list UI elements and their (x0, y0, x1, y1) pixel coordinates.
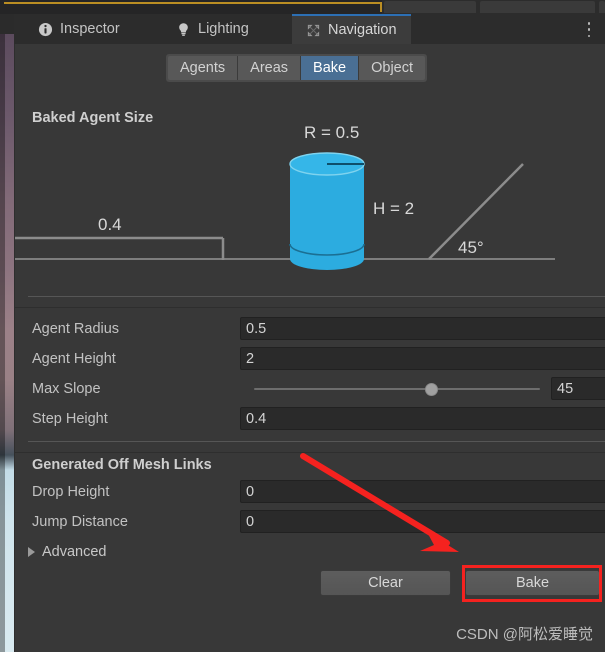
triangle-right-icon (28, 547, 35, 557)
agent-radius-label: Agent Radius (32, 321, 120, 337)
tab-areas[interactable]: Areas (238, 56, 302, 80)
separator-1 (28, 296, 605, 297)
jump-distance-label: Jump Distance (32, 514, 128, 530)
jump-distance-input[interactable] (240, 510, 605, 533)
kebab-dot (587, 34, 591, 37)
row-jump-distance: Jump Distance (14, 507, 605, 537)
top-strip-right (382, 0, 605, 14)
separator-2 (28, 441, 605, 442)
tab-lighting[interactable]: Lighting (162, 14, 263, 44)
agent-cylinder (289, 152, 365, 270)
row-agent-radius: Agent Radius (14, 314, 605, 344)
agent-radius-input[interactable] (240, 317, 605, 340)
drop-height-input[interactable] (240, 480, 605, 503)
separator-1-shadow (14, 307, 605, 308)
agent-height-label: Agent Height (32, 351, 116, 367)
separator-2-shadow (14, 452, 605, 453)
navigation-mode-tabs: Agents Areas Bake Object (166, 54, 428, 82)
agent-height-input[interactable] (240, 347, 605, 370)
row-max-slope: Max Slope (14, 374, 605, 404)
top-tab-stub-2 (480, 1, 595, 13)
move-arrows-icon (307, 24, 320, 36)
watermark: CSDN @阿松爱睡觉 (456, 626, 593, 643)
tab-inspector[interactable]: Inspector (24, 14, 134, 44)
advanced-label: Advanced (42, 544, 107, 560)
tab-object[interactable]: Object (359, 56, 426, 80)
off-mesh-links-title: Generated Off Mesh Links (32, 457, 212, 473)
row-step-height: Step Height (14, 404, 605, 434)
kebab-menu-icon[interactable] (581, 21, 597, 38)
tab-agents[interactable]: Agents (168, 56, 239, 80)
row-drop-height: Drop Height (14, 477, 605, 507)
row-agent-height: Agent Height (14, 344, 605, 374)
tab-navigation-label: Navigation (328, 22, 397, 38)
kebab-dot (587, 28, 591, 31)
step-height-label: 0.4 (98, 215, 122, 234)
height-label: H = 2 (373, 199, 414, 218)
advanced-foldout[interactable]: Advanced (28, 544, 107, 560)
lightbulb-icon (179, 22, 188, 36)
max-slope-label: Max Slope (32, 381, 101, 397)
slope-angle-label: 45° (458, 238, 484, 257)
top-tab-stub-1 (384, 1, 476, 13)
radius-label: R = 0.5 (304, 123, 359, 142)
tab-inspector-label: Inspector (60, 21, 120, 37)
step-height-label: Step Height (32, 411, 108, 427)
tab-lighting-label: Lighting (198, 21, 249, 37)
unity-navigation-window: Inspector Lighting Navigation Agents Are… (0, 0, 605, 652)
drop-height-label: Drop Height (32, 484, 110, 500)
kebab-dot (587, 22, 591, 25)
max-slope-slider[interactable] (254, 388, 540, 390)
top-tab-stub-3 (599, 1, 605, 13)
tab-bake[interactable]: Bake (301, 56, 360, 80)
max-slope-slider-thumb[interactable] (424, 383, 438, 396)
info-icon (38, 22, 53, 36)
tab-bar: Inspector Lighting Navigation (14, 14, 605, 44)
bake-button[interactable]: Bake (465, 570, 600, 596)
agent-size-diagram: R = 0.5 H = 2 0.4 45° (15, 123, 555, 270)
tab-navigation[interactable]: Navigation (292, 14, 411, 44)
step-height-input[interactable] (240, 407, 605, 430)
navigation-panel: Agents Areas Bake Object Baked Agent Siz… (14, 44, 605, 652)
clear-button[interactable]: Clear (320, 570, 451, 596)
max-slope-input[interactable] (551, 377, 605, 400)
scene-view-shade (0, 34, 5, 652)
